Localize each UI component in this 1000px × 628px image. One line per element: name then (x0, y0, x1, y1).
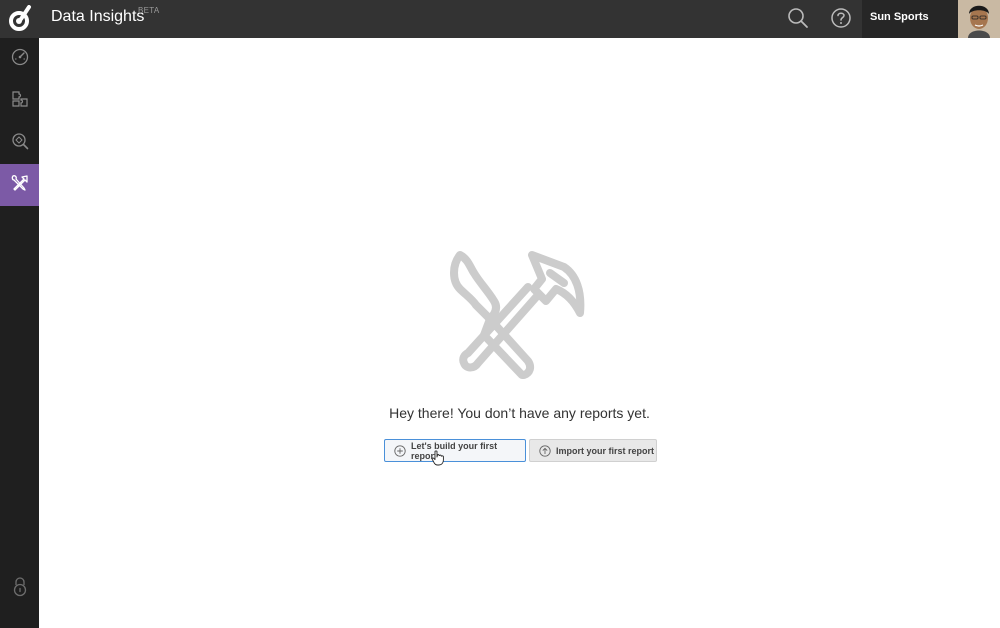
search-icon[interactable] (786, 6, 810, 30)
org-name: Sun Sports (870, 11, 929, 23)
sidebar-item-explore[interactable] (0, 122, 39, 164)
build-report-button[interactable]: Let's build your first report (384, 439, 526, 462)
main-content: Hey there! You don’t have any reports ye… (39, 38, 1000, 628)
build-report-label: Let's build your first report (411, 440, 498, 461)
top-bar: Data Insights BETA Sun Sports (0, 0, 1000, 38)
tools-illustration-icon (446, 243, 596, 393)
explore-icon (11, 132, 29, 155)
plus-circle-icon (394, 444, 406, 457)
import-report-button[interactable]: Import your first report (529, 439, 657, 462)
upload-circle-icon (539, 444, 551, 457)
sidebar (0, 38, 39, 628)
lock-icon (12, 576, 28, 602)
import-report-label: Import your first report (556, 445, 655, 456)
logo-icon[interactable] (0, 0, 39, 38)
sidebar-item-puzzle[interactable] (0, 80, 39, 122)
beta-badge: BETA (138, 6, 160, 15)
app-title: Data Insights (51, 8, 145, 25)
sidebar-item-lock[interactable] (0, 568, 39, 610)
sidebar-item-dashboard[interactable] (0, 38, 39, 80)
empty-state-message: Hey there! You don’t have any reports ye… (389, 405, 650, 421)
sidebar-item-tools[interactable] (0, 164, 39, 206)
avatar[interactable] (958, 0, 1000, 38)
hand-cursor-icon (431, 450, 445, 466)
help-icon[interactable] (829, 6, 853, 30)
dashboard-icon (11, 48, 29, 71)
puzzle-icon (11, 90, 29, 113)
org-switcher[interactable]: Sun Sports (862, 0, 958, 38)
tools-icon (10, 173, 30, 198)
